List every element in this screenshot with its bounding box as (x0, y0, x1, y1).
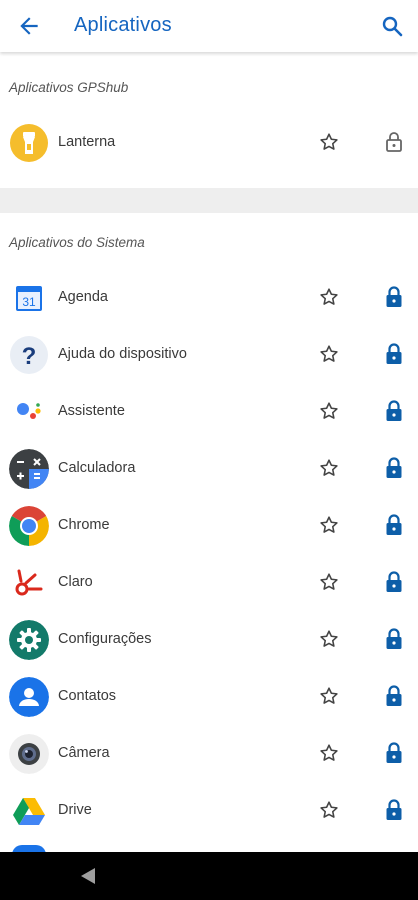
lock-icon[interactable] (384, 513, 404, 537)
app-label: Lanterna (58, 134, 116, 150)
camera-icon (9, 734, 49, 774)
assistant-icon (9, 392, 49, 432)
star-outline-icon[interactable] (318, 628, 340, 650)
star-outline-icon[interactable] (318, 343, 340, 365)
app-label: Assistente (58, 403, 125, 419)
app-row-chrome[interactable]: Chrome (0, 498, 418, 555)
star-outline-icon[interactable] (318, 514, 340, 536)
star-outline-icon[interactable] (318, 131, 340, 153)
app-label: Drive (58, 802, 92, 818)
app-label: Configurações (58, 631, 152, 647)
app-row-assistente[interactable]: Assistente (0, 384, 418, 441)
page-title: Aplicativos (74, 14, 172, 36)
app-row-contatos[interactable]: Contatos (0, 669, 418, 726)
flashlight-icon (9, 123, 49, 163)
star-outline-icon[interactable] (318, 799, 340, 821)
settings-icon (9, 620, 49, 660)
lock-icon[interactable] (384, 798, 404, 822)
lock-icon[interactable] (384, 456, 404, 480)
star-outline-icon[interactable] (318, 685, 340, 707)
app-row-drive[interactable]: Drive (0, 783, 418, 840)
lock-icon[interactable] (384, 285, 404, 309)
contacts-icon (9, 677, 49, 717)
section-title: Aplicativos do Sistema (9, 235, 145, 250)
search-icon[interactable] (380, 14, 404, 38)
star-outline-icon[interactable] (318, 400, 340, 422)
lock-icon[interactable] (384, 342, 404, 366)
app-row-camera[interactable]: Câmera (0, 726, 418, 783)
back-arrow-icon[interactable] (16, 13, 42, 39)
app-label: Chrome (58, 517, 110, 533)
app-row-agenda[interactable]: 31 Agenda (0, 270, 418, 327)
lock-open-icon[interactable] (384, 130, 404, 154)
app-label: Claro (58, 574, 93, 590)
chrome-icon (9, 506, 49, 546)
section-title: Aplicativos GPShub (9, 80, 129, 95)
help-icon: ? (9, 335, 49, 375)
app-label: Calculadora (58, 460, 136, 476)
star-outline-icon[interactable] (318, 286, 340, 308)
svg-text:?: ? (22, 343, 37, 370)
section-header-system: Aplicativos do Sistema (0, 225, 418, 261)
app-label: Câmera (58, 745, 110, 761)
svg-text:31: 31 (22, 295, 36, 309)
app-row-claro[interactable]: Claro (0, 555, 418, 612)
calendar-icon: 31 (9, 278, 49, 318)
lock-icon[interactable] (384, 570, 404, 594)
app-bar: Aplicativos (0, 0, 418, 52)
lock-icon[interactable] (384, 741, 404, 765)
app-row-ajuda[interactable]: ? Ajuda do dispositivo (0, 327, 418, 384)
section-header-gpshub: Aplicativos GPShub (0, 70, 418, 106)
app-row-calculadora[interactable]: Calculadora (0, 441, 418, 498)
lock-icon[interactable] (384, 399, 404, 423)
section-divider (0, 188, 418, 213)
star-outline-icon[interactable] (318, 457, 340, 479)
app-row-configuracoes[interactable]: Configurações (0, 612, 418, 669)
nav-back-icon[interactable] (80, 867, 96, 885)
app-label: Ajuda do dispositivo (58, 346, 187, 362)
app-label: Agenda (58, 289, 108, 305)
calculator-icon (9, 449, 49, 489)
lock-icon[interactable] (384, 627, 404, 651)
claro-icon (9, 563, 49, 603)
app-row-lanterna[interactable]: Lanterna (0, 115, 418, 172)
lock-icon[interactable] (384, 684, 404, 708)
app-label: Contatos (58, 688, 117, 704)
star-outline-icon[interactable] (318, 571, 340, 593)
drive-icon (9, 791, 49, 831)
system-nav-bar (0, 852, 418, 900)
star-outline-icon[interactable] (318, 742, 340, 764)
